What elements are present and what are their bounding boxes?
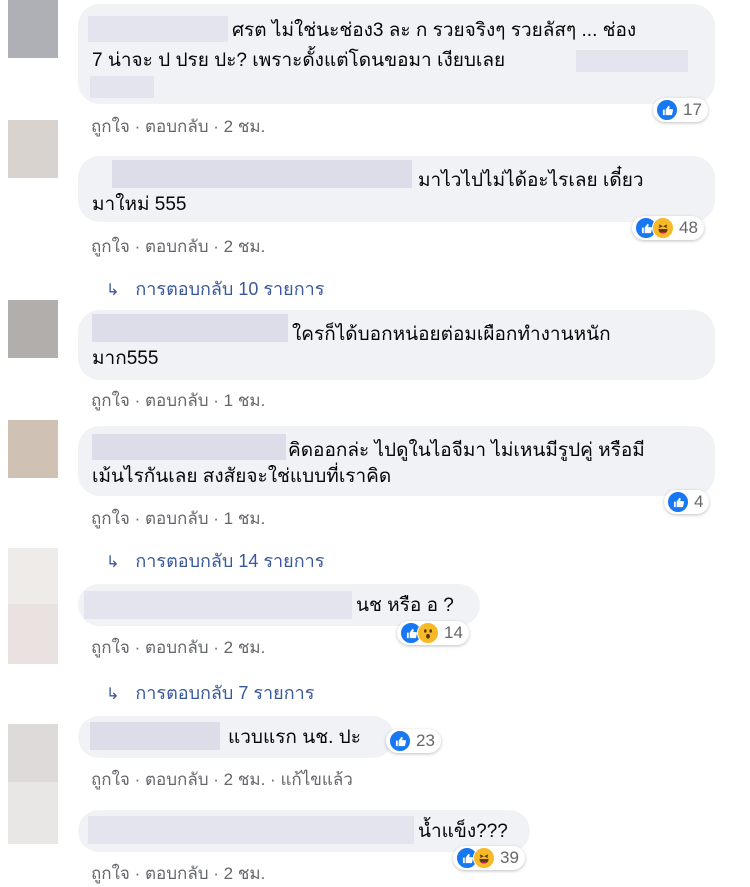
reaction-summary[interactable]: 4 [664,490,710,514]
haha-icon [473,847,495,869]
author-name[interactable] [84,591,352,619]
reply-button[interactable]: ตอบกลับ [145,638,209,657]
view-replies-link[interactable]: ↳ การตอบกลับ 7 รายการ [106,678,314,707]
comment-text: เม้นไรกันเลย สงสัยจะใช่แบบที่เราคิด [92,466,392,487]
comment-bubble: แวบแรก นช. ปะ [78,716,394,758]
timestamp[interactable]: 1 ชม. [224,391,266,410]
comment-bubble: ใครก็ได้บอกหน่อยต่อมเผือกทำงานหนัก มาก55… [78,310,715,380]
timestamp[interactable]: 1 ชม. [224,509,266,528]
reaction-summary[interactable]: 39 [453,846,525,870]
redacted-text [576,50,688,72]
reply-arrow-icon: ↳ [106,282,120,299]
like-button[interactable]: ถูกใจ [91,509,130,528]
avatar[interactable] [8,120,58,178]
comment-text: มาใหม่ 555 [92,194,187,215]
like-button[interactable]: ถูกใจ [91,864,130,883]
like-icon [656,99,678,121]
reply-button[interactable]: ตอบกลับ [145,509,209,528]
avatar[interactable] [8,420,58,478]
like-icon [389,730,411,752]
wow-icon [417,622,439,644]
avatar[interactable] [8,782,58,844]
reply-arrow-icon: ↳ [106,554,120,571]
redacted-text [90,76,154,98]
author-name[interactable] [90,722,220,750]
comment-text: นช หรือ อ ? [356,595,454,616]
comment-actions: ถูกใจ · ตอบกลับ · 2 ชม. [91,638,266,657]
author-name[interactable] [88,16,228,42]
reply-button[interactable]: ตอบกลับ [145,770,209,789]
author-name[interactable] [112,160,412,188]
avatar[interactable] [8,0,58,58]
author-name[interactable] [88,816,414,844]
comment-actions: ถูกใจ · ตอบกลับ · 2 ชม. · แก้ไขแล้ว [91,770,353,789]
reply-arrow-icon: ↳ [106,686,120,703]
reply-button[interactable]: ตอบกลับ [145,391,209,410]
timestamp[interactable]: 2 ชม. [224,864,266,883]
author-name[interactable] [92,314,288,342]
like-button[interactable]: ถูกใจ [91,391,130,410]
comment-text: ศรต ไม่ใช่นะช่อง3 ละ ก รวยจริงๆ รวยลัสๆ … [232,20,637,41]
comment-actions: ถูกใจ · ตอบกลับ · 1 ชม. [91,391,266,410]
reaction-summary[interactable]: 14 [397,621,469,645]
like-button[interactable]: ถูกใจ [91,770,130,789]
comment-text: คิดออกล่ะ ไปดูในไอจีมา ไม่เหนมีรูปคู่ หร… [288,440,645,461]
view-replies-link[interactable]: ↳ การตอบกลับ 14 รายการ [106,546,324,575]
avatar[interactable] [8,300,58,358]
reaction-count: 48 [679,218,698,237]
comment-bubble: มาไวไปไม่ได้อะไรเลย เดี๋ยว มาใหม่ 555 [78,156,715,222]
comment-text: ใครก็ได้บอกหน่อยต่อมเผือกทำงานหนัก [292,324,611,345]
edited-label[interactable]: แก้ไขแล้ว [280,770,352,789]
timestamp[interactable]: 2 ชม. [224,237,266,256]
comment-text: 7 น่าจะ ป ปรย ปะ? เพราะดั้งแต่โดนขอมา เง… [92,50,506,71]
comment-text: น้ำแข็ง??? [418,821,508,842]
reaction-summary[interactable]: 17 [653,98,708,122]
reply-button[interactable]: ตอบกลับ [145,864,209,883]
comment-bubble: ศรต ไม่ใช่นะช่อง3 ละ ก รวยจริงๆ รวยลัสๆ … [78,4,715,104]
like-button[interactable]: ถูกใจ [91,237,130,256]
avatar[interactable] [8,604,58,664]
reply-button[interactable]: ตอบกลับ [145,117,209,136]
avatar[interactable] [8,548,58,604]
reaction-count: 17 [683,100,702,119]
comment-text: แวบแรก นช. ปะ [228,727,361,748]
reaction-count: 4 [694,492,704,511]
comment-actions: ถูกใจ · ตอบกลับ · 2 ชม. [91,237,266,256]
timestamp[interactable]: 2 ชม. [224,770,266,789]
avatar[interactable] [8,724,58,782]
timestamp[interactable]: 2 ชม. [224,117,266,136]
comment-bubble: นช หรือ อ ? [78,584,480,626]
reaction-count: 39 [500,848,519,867]
reaction-summary[interactable]: 23 [386,729,441,753]
timestamp[interactable]: 2 ชม. [224,638,266,657]
haha-icon [652,217,674,239]
like-button[interactable]: ถูกใจ [91,638,130,657]
like-icon [667,491,689,513]
view-replies-link[interactable]: ↳ การตอบกลับ 10 รายการ [106,274,324,303]
comment-text: มาก555 [92,348,159,369]
reply-button[interactable]: ตอบกลับ [145,237,209,256]
reaction-summary[interactable]: 48 [632,216,704,240]
comment-text: มาไวไปไม่ได้อะไรเลย เดี๋ยว [418,170,644,191]
author-name[interactable] [92,434,286,460]
like-button[interactable]: ถูกใจ [91,117,130,136]
reaction-count: 14 [444,623,463,642]
comment-actions: ถูกใจ · ตอบกลับ · 2 ชม. [91,117,266,136]
comment-actions: ถูกใจ · ตอบกลับ · 2 ชม. [91,864,266,883]
comment-actions: ถูกใจ · ตอบกลับ · 1 ชม. [91,509,266,528]
comment-bubble: คิดออกล่ะ ไปดูในไอจีมา ไม่เหนมีรูปคู่ หร… [78,426,715,496]
reaction-count: 23 [416,731,435,750]
